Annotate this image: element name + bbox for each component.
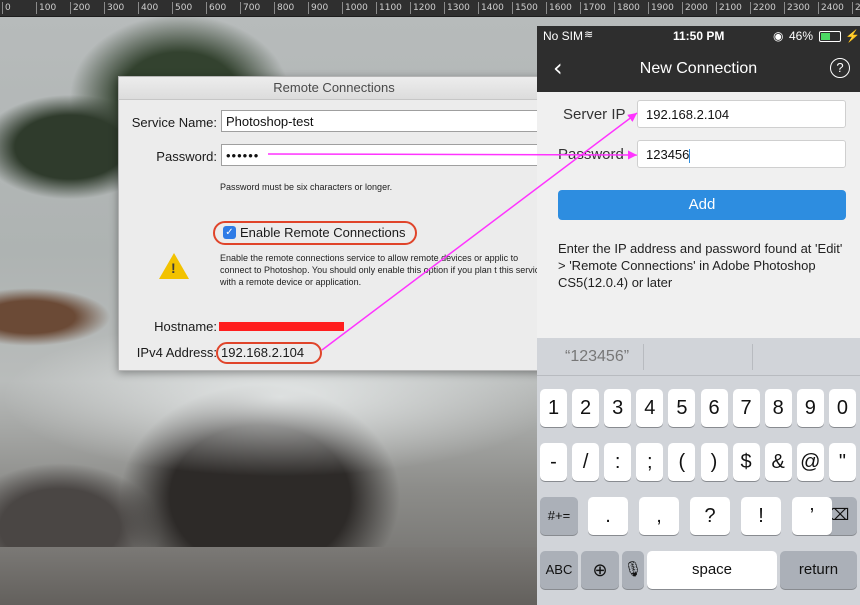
nav-title: New Connection (639, 60, 758, 77)
password-label: Password: (156, 149, 217, 164)
password-value-phone: 123456 (646, 147, 690, 162)
service-name-field[interactable]: Photoshop-test (221, 110, 547, 132)
hostname-redaction (219, 322, 344, 331)
ruler-tick: 500 (172, 2, 192, 14)
ruler-tick: 2000 (682, 2, 708, 14)
battery-icon (819, 31, 841, 42)
ground-area (0, 547, 560, 605)
charging-icon: ⚡ (845, 29, 860, 43)
suggestion-divider (752, 344, 753, 370)
wifi-icon: ≋ (584, 29, 594, 41)
symbol-key[interactable]: / (572, 443, 600, 481)
ruler-tick: 700 (240, 2, 260, 14)
microphone-icon[interactable]: 🎙 (622, 551, 644, 589)
number-key[interactable]: 8 (764, 389, 792, 427)
ipv4-value: 192.168.2.104 (221, 345, 305, 360)
number-key[interactable]: 2 (572, 389, 600, 427)
number-key[interactable]: 0 (828, 389, 856, 427)
ipv4-label: IPv4 Address: (136, 345, 217, 360)
hostname-label: Hostname: (154, 319, 217, 334)
keyboard: “123456” 1234567890 - /:;() $ & @ " #+= ⌫ .,?… (537, 338, 860, 605)
symbol-key[interactable]: " (828, 443, 856, 481)
rotation-lock-icon: ◉ (773, 29, 784, 43)
symbol-key[interactable]: $ (732, 443, 760, 481)
remote-connections-dialog: Remote Connections Service Name: Photosh… (118, 76, 550, 371)
punctuation-key[interactable]: ? (690, 497, 730, 535)
number-key[interactable]: 7 (732, 389, 760, 427)
suggestion-divider (643, 344, 644, 370)
ruler-tick: 2500 (852, 2, 860, 14)
server-ip-field[interactable]: 192.168.2.104 (637, 100, 846, 128)
password-field-phone[interactable]: 123456 (637, 140, 846, 168)
carrier-text: No SIM (543, 29, 584, 43)
abc-key[interactable]: ABC (540, 551, 578, 589)
ruler-tick: 1900 (648, 2, 674, 14)
suggestion-bar: “123456” (537, 338, 860, 376)
ruler-tick: 1300 (444, 2, 470, 14)
ruler-tick: 1800 (614, 2, 640, 14)
enable-checkbox[interactable]: ✓ (223, 226, 236, 239)
punctuation-key[interactable]: , (639, 497, 679, 535)
punctuation-key[interactable]: ! (741, 497, 781, 535)
service-name-label: Service Name: (131, 115, 217, 130)
space-key[interactable]: space (647, 551, 777, 589)
add-button[interactable]: Add (558, 190, 846, 220)
password-field[interactable]: •••••• (221, 144, 547, 166)
symbol-key[interactable]: @ (796, 443, 824, 481)
ruler-tick: 400 (138, 2, 158, 14)
question-icon[interactable]: ? (830, 58, 850, 78)
ruler-tick: 2300 (784, 2, 810, 14)
ruler-tick: 200 (70, 2, 90, 14)
horizontal-ruler: 0 100 200 300 400 500 600 700 800 900 1000 1100 1200… (0, 0, 860, 17)
number-key[interactable]: 5 (668, 389, 696, 427)
number-key[interactable]: 6 (700, 389, 728, 427)
password-hint: Password must be six characters or longe… (220, 182, 393, 192)
nav-bar: ‹ New Connection ? (537, 46, 860, 92)
punctuation-key[interactable]: . (588, 497, 628, 535)
dialog-title: Remote Connections (119, 77, 549, 100)
symbol-key[interactable]: ( (668, 443, 696, 481)
ruler-tick: 900 (308, 2, 328, 14)
ruler-tick: 1600 (546, 2, 572, 14)
text-cursor (689, 148, 691, 163)
ruler-tick: 0 (2, 2, 11, 14)
ruler-tick: 1000 (342, 2, 368, 14)
ruler-tick: 1400 (478, 2, 504, 14)
ruler-tick: 1200 (410, 2, 436, 14)
number-key[interactable]: 9 (796, 389, 824, 427)
number-key[interactable]: 3 (604, 389, 632, 427)
ruler-tick: 300 (104, 2, 124, 14)
ruler-tick: 800 (274, 2, 294, 14)
status-time: 11:50 PM (673, 29, 725, 43)
number-key[interactable]: 4 (636, 389, 664, 427)
globe-icon[interactable]: ⊕ (581, 551, 619, 589)
enable-description: Enable the remote connections service to… (220, 253, 545, 287)
number-key[interactable]: 1 (540, 389, 567, 427)
punctuation-key[interactable]: ’ (792, 497, 832, 535)
symbol-key[interactable]: ) (700, 443, 728, 481)
symbol-key[interactable]: - (540, 443, 567, 481)
ruler-tick: 2400 (818, 2, 844, 14)
password-label-phone: Password (558, 146, 624, 163)
server-ip-label: Server IP (563, 106, 626, 123)
return-key[interactable]: return (780, 551, 857, 589)
ruler-tick: 600 (206, 2, 226, 14)
symbol-key[interactable]: : (604, 443, 632, 481)
symbol-key[interactable]: ; (636, 443, 664, 481)
symbol-key[interactable]: & (764, 443, 792, 481)
status-bar: No SIM ≋ 11:50 PM ◉ 46% ⚡ (537, 26, 860, 46)
ruler-tick: 2100 (716, 2, 742, 14)
ruler-tick: 1100 (376, 2, 402, 14)
suggestion-item[interactable]: “123456” (565, 348, 629, 366)
phone-screen: No SIM ≋ 11:50 PM ◉ 46% ⚡ ‹ New Connecti… (537, 26, 860, 605)
ruler-tick: 1700 (580, 2, 606, 14)
enable-remote-label[interactable]: Enable Remote Connections (240, 225, 406, 240)
ruler-tick: 100 (36, 2, 56, 14)
help-text: Enter the IP address and password found … (558, 241, 843, 290)
ruler-tick: 1500 (512, 2, 538, 14)
battery-percent: 46% (789, 29, 814, 43)
warning-exclamation: ! (171, 260, 176, 276)
symbols-key[interactable]: #+= (540, 497, 578, 535)
ruler-tick: 2200 (750, 2, 776, 14)
